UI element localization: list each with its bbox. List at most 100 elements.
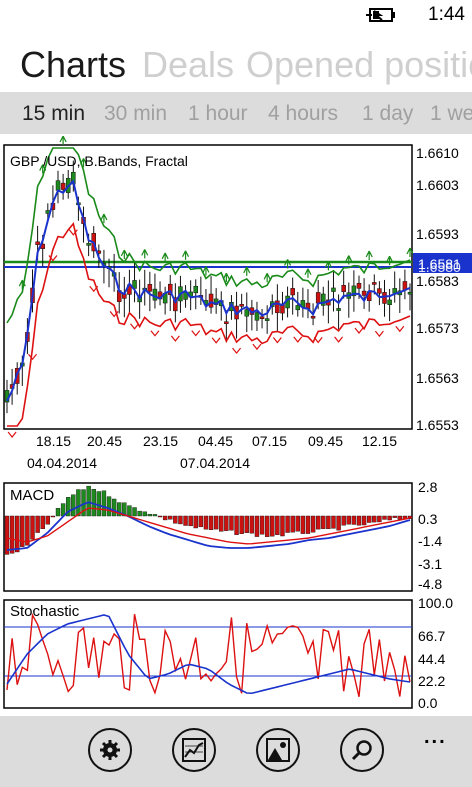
macd-panel[interactable]: MACD 2.8 0.3 -1.4 -3.1 -4.8 xyxy=(0,478,472,594)
macd-histogram-bar xyxy=(321,515,326,529)
indicators-button[interactable] xyxy=(256,728,300,772)
macd-y-tick: -1.4 xyxy=(418,533,442,549)
macd-histogram-bar xyxy=(71,494,76,517)
candle-body xyxy=(315,292,321,304)
macd-histogram-bar xyxy=(106,496,112,517)
stochastic-y-tick: 66.7 xyxy=(418,628,445,644)
app-bar xyxy=(0,716,472,787)
price-x-tick: 12.15 xyxy=(362,433,397,449)
price-x-tick: 04.45 xyxy=(198,433,233,449)
candle-body xyxy=(407,291,413,295)
macd-histogram-bar xyxy=(4,515,10,555)
macd-histogram-bar xyxy=(30,515,35,540)
macd-histogram-bar xyxy=(372,515,377,523)
picture-icon xyxy=(266,738,290,762)
zoom-button[interactable] xyxy=(340,728,384,772)
candle-body xyxy=(193,285,198,294)
pivot-header: Charts Deals Opened positio xyxy=(0,44,472,90)
timeframe-15min[interactable]: 15 min xyxy=(22,102,85,126)
macd-histogram-bar xyxy=(346,515,351,525)
macd-histogram-bar xyxy=(213,515,219,530)
macd-histogram-bar xyxy=(382,515,387,520)
macd-histogram-bar xyxy=(101,490,107,517)
candle-body xyxy=(392,288,397,294)
macd-title: MACD xyxy=(10,487,54,504)
macd-histogram-bar xyxy=(15,515,20,553)
macd-histogram-bar xyxy=(193,515,198,529)
settings-button[interactable] xyxy=(88,728,132,772)
price-date-label: 04.04.2014 xyxy=(27,455,97,471)
candle-body xyxy=(55,180,61,191)
candle-body xyxy=(60,182,66,190)
macd-histogram-bar xyxy=(290,515,295,533)
macd-histogram-bar xyxy=(285,515,290,533)
macd-histogram-bar xyxy=(173,515,178,524)
price-x-tick: 07.15 xyxy=(252,433,287,449)
macd-histogram-bar xyxy=(387,515,392,521)
macd-histogram-bar xyxy=(270,515,275,537)
price-chart-panel[interactable]: GBP /USD, B.Bands, Fractal 1.6610 1.6603… xyxy=(0,135,472,476)
macd-histogram-bar xyxy=(203,515,209,530)
candle-body xyxy=(244,309,250,317)
chart-type-button[interactable] xyxy=(172,728,216,772)
macd-histogram-bar xyxy=(50,515,56,518)
candle-body xyxy=(152,288,158,301)
pivot-item-opened-positions[interactable]: Opened positio xyxy=(246,44,472,86)
macd-histogram-bar xyxy=(356,515,362,526)
candle-body xyxy=(341,285,346,292)
timeframe-1week[interactable]: 1 we xyxy=(430,102,472,126)
candle-body xyxy=(239,304,244,307)
macd-histogram-bar xyxy=(35,515,40,533)
price-y-tick: 1.6610 xyxy=(416,145,459,161)
more-options-button[interactable]: ... xyxy=(424,726,447,749)
macd-histogram-bar xyxy=(305,515,311,534)
timeframe-1day[interactable]: 1 day xyxy=(362,102,413,126)
stochastic-panel[interactable]: Stochastic 100.0 66.7 44.4 22.2 0.0 xyxy=(0,594,472,712)
price-y-tick: 1.6563 xyxy=(416,370,459,386)
macd-histogram-bar xyxy=(111,498,117,517)
macd-histogram-bar xyxy=(392,515,397,518)
price-chart[interactable]: GBP /USD, B.Bands, Fractal 1.6610 1.6603… xyxy=(0,135,472,476)
macd-histogram-bar xyxy=(157,515,163,518)
fractal-up-arrow xyxy=(59,135,67,145)
stochastic-y-tick: 100.0 xyxy=(418,595,453,611)
macd-histogram-bar xyxy=(198,515,204,528)
timeframe-30min[interactable]: 30 min xyxy=(104,102,167,126)
macd-histogram-bar xyxy=(229,515,234,531)
macd-histogram-bar xyxy=(366,515,372,523)
macd-histogram-bar xyxy=(224,515,229,531)
timeframe-1hour[interactable]: 1 hour xyxy=(188,102,248,126)
timeframe-4hours[interactable]: 4 hours xyxy=(268,102,338,126)
candle-body xyxy=(336,308,341,311)
candle-body xyxy=(224,321,229,324)
macd-histogram-bar xyxy=(40,515,45,530)
macd-histogram-bar xyxy=(326,515,331,530)
macd-chart[interactable]: MACD 2.8 0.3 -1.4 -3.1 -4.8 xyxy=(0,478,472,594)
price-y-tick: 1.6593 xyxy=(416,226,459,242)
candle-body xyxy=(264,318,270,321)
candle-body xyxy=(254,312,260,321)
candle-body xyxy=(290,288,295,296)
macd-histogram-bar xyxy=(55,508,61,517)
candle-body xyxy=(356,283,362,289)
magnifier-icon xyxy=(351,740,372,761)
battery-charging-icon xyxy=(366,8,395,22)
line-chart-icon xyxy=(182,738,206,762)
candle-body xyxy=(86,243,91,246)
timeframe-bar: 15 min 30 min 1 hour 4 hours 1 day 1 we xyxy=(0,92,472,134)
candle-body xyxy=(259,316,265,319)
stochastic-chart[interactable]: Stochastic 100.0 66.7 44.4 22.2 0.0 xyxy=(0,594,472,712)
candle-body xyxy=(372,282,377,285)
macd-histogram-bar xyxy=(259,515,265,535)
pivot-item-charts[interactable]: Charts xyxy=(20,44,126,86)
fractal-down-arrow xyxy=(7,431,17,438)
macd-histogram-bar xyxy=(208,515,214,530)
price-x-tick: 23.15 xyxy=(143,433,178,449)
macd-histogram-bar xyxy=(86,485,91,517)
candle-body xyxy=(361,290,367,296)
stochastic-y-tick: 44.4 xyxy=(418,651,445,667)
macd-histogram-bar xyxy=(361,515,367,526)
candle-body xyxy=(35,241,40,245)
macd-y-tick: 2.8 xyxy=(418,479,438,495)
pivot-item-deals[interactable]: Deals xyxy=(142,44,234,86)
